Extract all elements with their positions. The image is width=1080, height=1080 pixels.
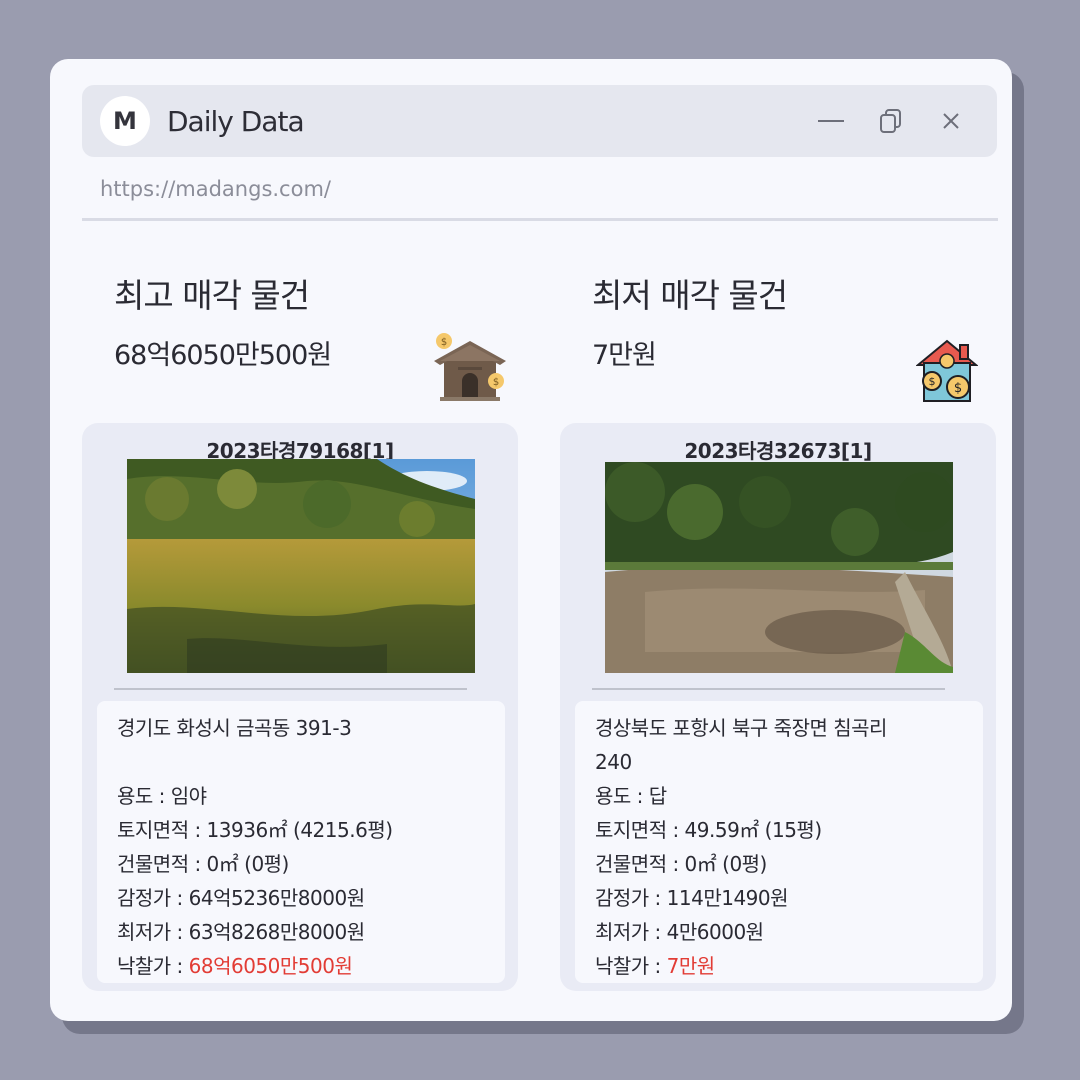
title-bar[interactable]: M Daily Data bbox=[82, 85, 997, 157]
house-coins-icon: $ $ bbox=[434, 333, 506, 401]
lowest-winning-bid: 낙찰가 : 7만원 bbox=[595, 949, 963, 983]
highest-property-card[interactable]: 2023타경79168[1] 경기도 화성시 금곡동 391-3 용도: 임야… bbox=[82, 423, 518, 991]
highest-card-divider bbox=[114, 688, 467, 690]
winning-label: 낙찰가 : bbox=[117, 954, 189, 978]
lowest-heading: 최저 매각 물건 bbox=[592, 276, 788, 315]
lowest-usage: 용도 : 답 bbox=[595, 784, 667, 808]
lowest-property-card[interactable]: 2023타경32673[1] 경상북도 포항시 북구 죽장면 침곡리 240 용… bbox=[560, 423, 996, 991]
svg-text:$: $ bbox=[929, 375, 936, 388]
lowest-appraisal: 감정가 : 114만1490원 bbox=[595, 886, 789, 910]
highest-building-area: 건물면적 : 0㎡ (0평) bbox=[117, 852, 289, 876]
lowest-info-panel: 경상북도 포항시 북구 죽장면 침곡리 240 용도 : 답 토지면적 : 49… bbox=[575, 701, 983, 983]
svg-text:$: $ bbox=[441, 337, 447, 348]
header-divider bbox=[82, 218, 998, 221]
lowest-case-number[interactable]: 2023타경32673[1] bbox=[560, 435, 996, 464]
url-text[interactable]: https://madangs.com/ bbox=[100, 177, 331, 201]
highest-land-area: 토지면적 : 13936㎡ (4215.6평) bbox=[117, 818, 393, 842]
lowest-property-photo[interactable] bbox=[605, 462, 953, 673]
lowest-minimum: 최저가 : 4만6000원 bbox=[595, 920, 764, 944]
field-photo bbox=[605, 462, 953, 673]
highest-summary: 최고 매각 물건 68억6050만500원 bbox=[114, 269, 332, 372]
winning-value: 7만원 bbox=[666, 954, 716, 978]
window-controls bbox=[801, 85, 981, 157]
copy-button[interactable] bbox=[861, 101, 921, 141]
highest-info-panel: 경기도 화성시 금곡동 391-3 용도 : 임야 토지면적 : 13936㎡ … bbox=[97, 701, 505, 983]
svg-text:$: $ bbox=[493, 377, 499, 388]
highest-appraisal: 감정가 : 64억5236만8000원 bbox=[117, 886, 365, 910]
lowest-amount: 7만원 bbox=[592, 340, 657, 371]
minimize-button[interactable] bbox=[801, 101, 861, 141]
highest-amount: 68억6050만500원 bbox=[114, 340, 332, 371]
highest-heading: 최고 매각 물건 bbox=[114, 276, 310, 315]
close-button[interactable] bbox=[921, 101, 981, 141]
copy-icon bbox=[880, 109, 901, 133]
minimize-icon bbox=[818, 120, 844, 122]
lowest-address: 경상북도 포항시 북구 죽장면 침곡리 240 bbox=[595, 716, 887, 774]
field-photo bbox=[127, 459, 475, 673]
app-logo: M bbox=[100, 96, 150, 146]
highest-winning-bid: 낙찰가 : 68억6050만500원 bbox=[117, 949, 485, 983]
close-icon bbox=[943, 113, 959, 129]
winning-value: 68억6050만500원 bbox=[188, 954, 353, 978]
lowest-summary: 최저 매각 물건 7만원 bbox=[592, 269, 788, 372]
lowest-card-divider bbox=[592, 688, 945, 690]
app-title: Daily Data bbox=[167, 104, 305, 138]
highest-minimum: 최저가 : 63억8268만8000원 bbox=[117, 920, 365, 944]
svg-text:$: $ bbox=[954, 381, 962, 396]
lowest-land-area: 토지면적 : 49.59㎡ (15평) bbox=[595, 818, 822, 842]
house-money-icon: $ $ bbox=[916, 339, 978, 402]
app-window: M Daily Data https://madangs.com/ 최고 매각 … bbox=[50, 59, 1012, 1021]
highest-address: 경기도 화성시 금곡동 391-3 bbox=[117, 716, 352, 740]
highest-property-photo[interactable] bbox=[127, 459, 475, 673]
highest-usage: 용도 : 임야 bbox=[117, 784, 207, 808]
winning-label: 낙찰가 : bbox=[595, 954, 667, 978]
lowest-building-area: 건물면적 : 0㎡ (0평) bbox=[595, 852, 767, 876]
